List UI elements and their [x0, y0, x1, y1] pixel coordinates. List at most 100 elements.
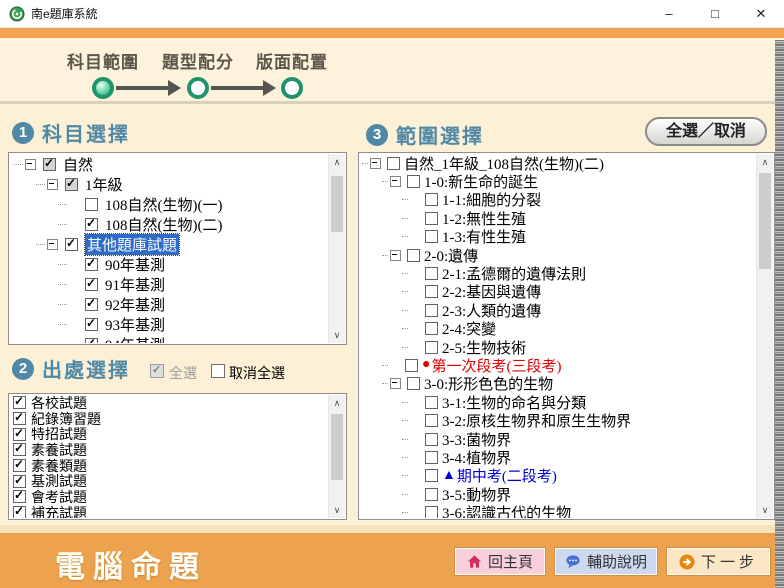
- checkbox[interactable]: [425, 193, 438, 206]
- checkbox[interactable]: [425, 469, 438, 482]
- scroll-up-icon[interactable]: ∧: [757, 154, 773, 170]
- collapse-toggle-icon[interactable]: [390, 250, 401, 261]
- checkbox[interactable]: [425, 433, 438, 446]
- step-circle-3[interactable]: [281, 77, 303, 99]
- source-list-scrollbar[interactable]: ∧ ∨: [328, 395, 345, 518]
- checkbox[interactable]: [85, 218, 98, 231]
- tree-row[interactable]: 3-3:菌物界: [360, 430, 756, 448]
- tree-label[interactable]: 1年級: [85, 174, 123, 195]
- scroll-up-icon[interactable]: ∧: [329, 154, 345, 170]
- tree-label[interactable]: 93年基測: [105, 314, 165, 335]
- checkbox[interactable]: [407, 175, 420, 188]
- checkbox[interactable]: [13, 490, 26, 503]
- tree-row[interactable]: 3-1:生物的命名與分類: [360, 393, 756, 411]
- tree-row[interactable]: 90年基測: [10, 254, 328, 274]
- tree-row[interactable]: 3-0:形形色色的生物: [360, 375, 756, 393]
- tree-label[interactable]: 3-6:認識古代的生物: [442, 502, 571, 518]
- tree-row[interactable]: 自然_1年級_108自然(生物)(二): [360, 154, 756, 172]
- checkbox[interactable]: [407, 249, 420, 262]
- checkbox[interactable]: [85, 298, 98, 311]
- checkbox[interactable]: [425, 506, 438, 518]
- collapse-toggle-icon[interactable]: [390, 378, 401, 389]
- checkbox[interactable]: [13, 475, 26, 488]
- tree-row[interactable]: 2-5:生物技術: [360, 338, 756, 356]
- tree-row[interactable]: 3-5:動物界: [360, 485, 756, 503]
- checkbox[interactable]: [407, 377, 420, 390]
- collapse-toggle-icon[interactable]: [25, 159, 36, 170]
- checkbox[interactable]: [425, 414, 438, 427]
- collapse-toggle-icon[interactable]: [47, 239, 58, 250]
- subject-tree-scrollbar[interactable]: ∧ ∨: [328, 154, 345, 343]
- scrollbar-thumb[interactable]: [331, 176, 343, 232]
- scrollbar-thumb[interactable]: [331, 414, 343, 480]
- checkbox[interactable]: [405, 359, 418, 372]
- checkbox[interactable]: [13, 459, 26, 472]
- checkbox[interactable]: [65, 178, 78, 191]
- list-item[interactable]: 補充試題: [10, 505, 328, 518]
- help-button[interactable]: 輔助說明: [555, 548, 657, 575]
- step-circle-2[interactable]: [187, 77, 209, 99]
- tree-row[interactable]: 1年級: [10, 174, 328, 194]
- checkbox[interactable]: [425, 488, 438, 501]
- collapse-toggle-icon[interactable]: [370, 158, 381, 169]
- tree-row[interactable]: 2-3:人類的遺傳: [360, 301, 756, 319]
- tree-label[interactable]: 92年基測: [105, 294, 165, 315]
- close-button[interactable]: ✕: [738, 0, 784, 28]
- scroll-down-icon[interactable]: ∨: [329, 502, 345, 518]
- checkbox[interactable]: [425, 267, 438, 280]
- tree-row[interactable]: 1-3:有性生殖: [360, 228, 756, 246]
- checkbox[interactable]: [85, 318, 98, 331]
- checkbox[interactable]: [85, 278, 98, 291]
- checkbox[interactable]: [13, 428, 26, 441]
- checkbox[interactable]: [425, 396, 438, 409]
- checkbox[interactable]: [425, 322, 438, 335]
- tree-label[interactable]: 自然: [63, 154, 93, 175]
- list-item-label[interactable]: 補充試題: [31, 503, 87, 518]
- tree-row[interactable]: 108自然(生物)(一): [10, 194, 328, 214]
- tree-row[interactable]: ●第一次段考(三段考): [360, 356, 756, 374]
- tree-row[interactable]: 2-0:遺傳: [360, 246, 756, 264]
- tree-row[interactable]: 93年基測: [10, 314, 328, 334]
- checkbox[interactable]: [43, 158, 56, 171]
- checkbox[interactable]: [425, 304, 438, 317]
- checkbox[interactable]: [425, 341, 438, 354]
- checkbox[interactable]: [425, 212, 438, 225]
- collapse-toggle-icon[interactable]: [47, 179, 58, 190]
- checkbox[interactable]: [85, 258, 98, 271]
- checkbox[interactable]: [425, 285, 438, 298]
- tree-label[interactable]: 90年基測: [105, 254, 165, 275]
- tree-label[interactable]: 其他題庫試題: [85, 234, 179, 255]
- tree-row[interactable]: 3-2:原核生物界和原生生物界: [360, 411, 756, 429]
- scroll-down-icon[interactable]: ∨: [329, 327, 345, 343]
- checkbox[interactable]: [85, 338, 98, 344]
- tree-row[interactable]: ▲期中考(二段考): [360, 467, 756, 485]
- tree-row[interactable]: 自然: [10, 154, 328, 174]
- tree-row[interactable]: 108自然(生物)(二): [10, 214, 328, 234]
- checkbox[interactable]: [85, 198, 98, 211]
- next-step-button[interactable]: 下一步: [667, 548, 770, 575]
- maximize-button[interactable]: □: [692, 0, 738, 28]
- scroll-up-icon[interactable]: ∧: [329, 395, 345, 411]
- tree-label[interactable]: 108自然(生物)(一): [105, 194, 222, 215]
- tree-row[interactable]: 91年基測: [10, 274, 328, 294]
- select-all-toggle-button[interactable]: 全選／取消: [645, 117, 767, 146]
- tree-row[interactable]: 2-1:孟德爾的遺傳法則: [360, 264, 756, 282]
- tree-row[interactable]: 3-4:植物界: [360, 448, 756, 466]
- tree-row[interactable]: 3-6:認識古代的生物: [360, 503, 756, 518]
- tree-row[interactable]: 1-1:細胞的分裂: [360, 191, 756, 209]
- tree-label[interactable]: 91年基測: [105, 274, 165, 295]
- tree-label[interactable]: 108自然(生物)(二): [105, 214, 222, 235]
- deselect-all-checkbox[interactable]: [211, 364, 225, 378]
- checkbox[interactable]: [13, 443, 26, 456]
- tree-row[interactable]: 2-4:突變: [360, 320, 756, 338]
- home-button[interactable]: 回主頁: [455, 548, 545, 575]
- tree-row[interactable]: 2-2:基因與遺傳: [360, 283, 756, 301]
- tree-row[interactable]: 92年基測: [10, 294, 328, 314]
- checkbox[interactable]: [425, 451, 438, 464]
- tree-row[interactable]: 1-0:新生命的誕生: [360, 172, 756, 190]
- scroll-down-icon[interactable]: ∨: [757, 502, 773, 518]
- checkbox[interactable]: [425, 230, 438, 243]
- step-circle-1-active[interactable]: [92, 77, 114, 99]
- tree-row[interactable]: 1-2:無性生殖: [360, 209, 756, 227]
- checkbox[interactable]: [387, 157, 400, 170]
